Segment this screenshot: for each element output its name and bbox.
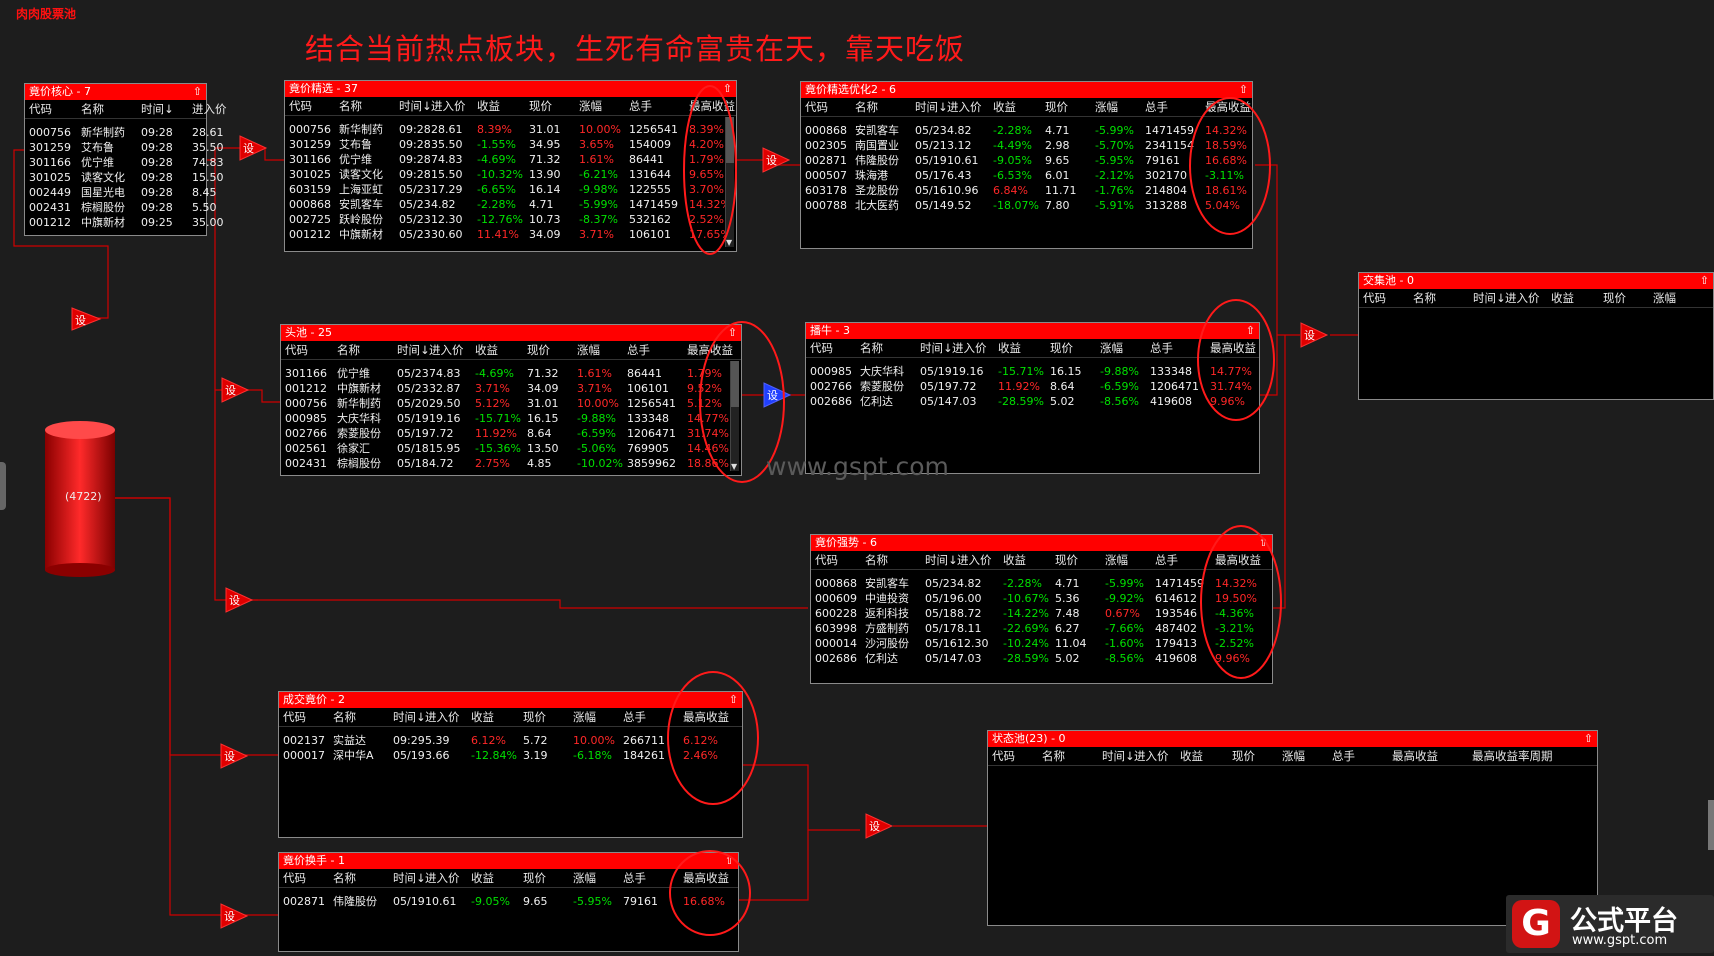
brand-badge: G 公式平台 www.gspt.com xyxy=(1506,895,1714,953)
brand-url: www.gspt.com xyxy=(1572,933,1668,948)
left-edge-handle[interactable] xyxy=(0,462,6,510)
right-scrollbar[interactable] xyxy=(1708,800,1714,850)
watermark: www.gspt.com xyxy=(766,452,949,481)
brand-logo-icon: G xyxy=(1512,900,1560,948)
